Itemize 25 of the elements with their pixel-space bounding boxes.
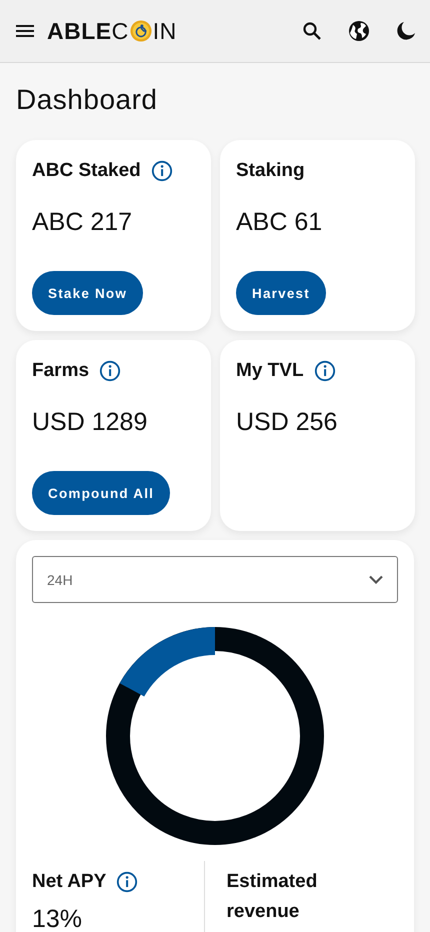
info-icon[interactable] xyxy=(116,871,138,893)
card-value: ABC 61 xyxy=(236,208,322,238)
card-value: ABC 217 xyxy=(32,208,132,238)
info-icon[interactable] xyxy=(150,160,173,182)
action-button[interactable]: Stake Now xyxy=(32,271,144,315)
info-icon[interactable] xyxy=(314,360,336,382)
stat-title: Estimated revenue xyxy=(226,870,318,924)
stat-title: Net APY xyxy=(32,870,106,894)
card-title: Staking xyxy=(236,160,305,182)
logo-text: ABLEC xyxy=(47,18,129,44)
card-value: USD 1289 xyxy=(32,408,148,438)
logo-text: IN xyxy=(152,18,177,44)
page-title: Dashboard xyxy=(15,83,158,117)
action-button[interactable]: Compound All xyxy=(32,471,170,515)
card-value: USD 256 xyxy=(236,408,338,438)
period-select[interactable]: 24H xyxy=(32,556,398,603)
globe-icon[interactable] xyxy=(347,19,371,43)
card-title: My TVL xyxy=(236,360,304,382)
coin-logo-icon xyxy=(130,20,152,42)
stat-value: 13% xyxy=(32,905,84,932)
chevron-down-icon xyxy=(369,575,383,584)
card-title: ABC Staked xyxy=(32,160,141,182)
card-title: Farms xyxy=(32,360,90,382)
info-icon[interactable] xyxy=(99,360,122,382)
action-button[interactable]: Harvest xyxy=(236,271,326,315)
